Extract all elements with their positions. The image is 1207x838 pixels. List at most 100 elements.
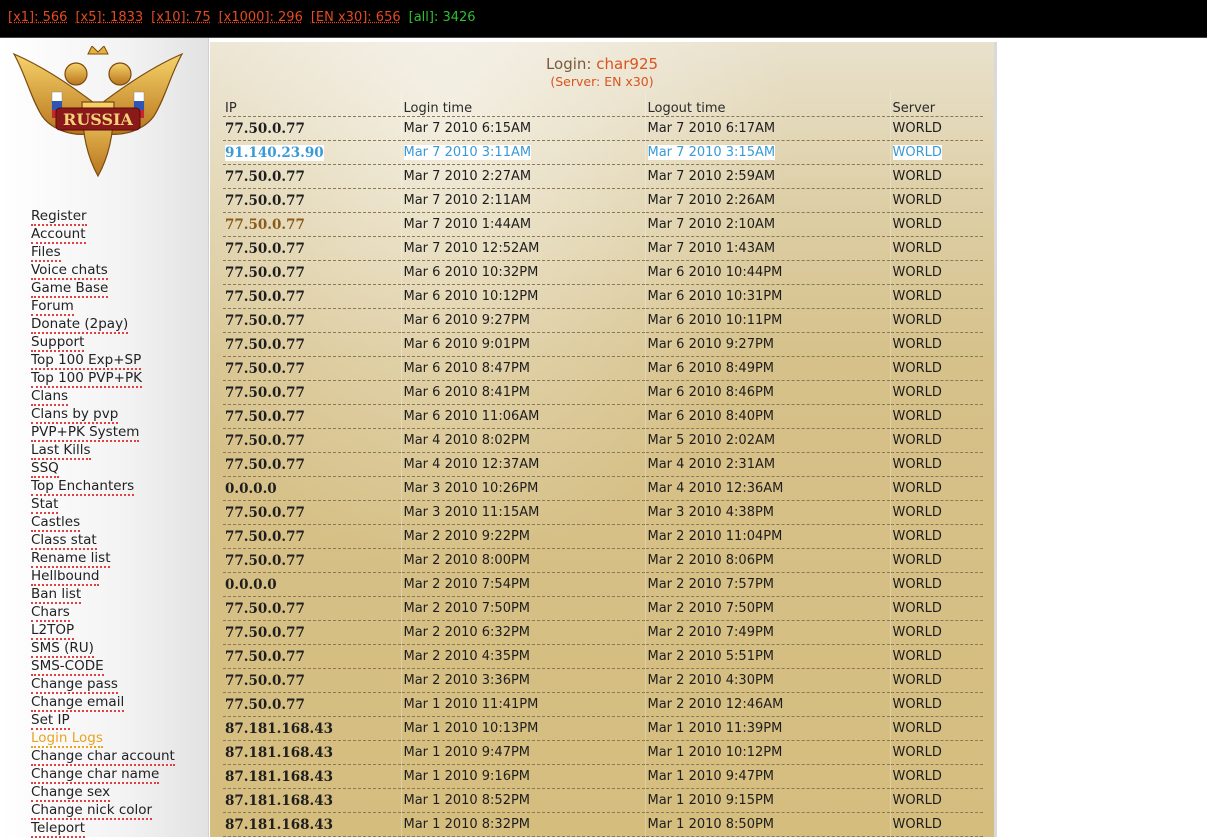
table-row[interactable]: 77.50.0.77 Mar 1 2010 11:41PM Mar 2 2010 1…	[223, 692, 983, 717]
table-row[interactable]: 77.50.0.77 Mar 6 2010 8:41PM Mar 6 2010 8:…	[223, 380, 983, 405]
server-stat[interactable]: [x1]: 566	[8, 10, 67, 25]
sidebar-item[interactable]: PVP+PK System	[31, 423, 175, 442]
table-row[interactable]: 77.50.0.77 Mar 4 2010 12:37AM Mar 4 2010 2…	[223, 452, 983, 477]
server-stat[interactable]: [x10]: 75	[151, 10, 210, 25]
sidebar-item[interactable]: Change email	[31, 693, 175, 712]
sidebar-item[interactable]: Files	[31, 243, 175, 262]
sidebar-item-label[interactable]: Account	[31, 226, 86, 244]
table-row[interactable]: 77.50.0.77 Mar 2 2010 9:22PM Mar 2 2010 11…	[223, 524, 983, 549]
sidebar-item-label[interactable]: Teleport	[31, 820, 85, 838]
sidebar-item[interactable]: Change char account	[31, 747, 175, 766]
sidebar-item-label[interactable]: Change sex	[31, 784, 111, 802]
server-stat[interactable]: [x1000]: 296	[219, 10, 303, 25]
sidebar-item-label[interactable]: Change char name	[31, 766, 160, 784]
sidebar-item[interactable]: Change pass	[31, 675, 175, 694]
russia-eagle-logo[interactable]: RUSSIA	[12, 46, 184, 178]
sidebar-item-label[interactable]: Change pass	[31, 676, 118, 694]
table-row[interactable]: 87.181.168.43 Mar 1 2010 10:13PM Mar 1 201…	[223, 716, 983, 741]
sidebar-item-label[interactable]: Forum	[31, 298, 74, 316]
table-row[interactable]: 87.181.168.43 Mar 1 2010 8:52PM Mar 1 2010…	[223, 788, 983, 813]
sidebar-item[interactable]: Forum	[31, 297, 175, 316]
sidebar-item[interactable]: Game Base	[31, 279, 175, 298]
server-stat[interactable]: [x5]: 1833	[75, 10, 143, 25]
sidebar-item[interactable]: Last Kills	[31, 441, 175, 460]
sidebar-item[interactable]: Chars	[31, 603, 175, 622]
sidebar-item[interactable]: Login Logs	[31, 729, 175, 748]
sidebar-item-label[interactable]: Files	[31, 244, 61, 262]
sidebar-item-label[interactable]: Register	[31, 208, 87, 226]
sidebar-item-label[interactable]: Chars	[31, 604, 70, 622]
sidebar-item[interactable]: Clans	[31, 387, 175, 406]
sidebar-item[interactable]: Clans by pvp	[31, 405, 175, 424]
sidebar-item-label[interactable]: Support	[31, 334, 85, 352]
sidebar-item-label[interactable]: Ban list	[31, 586, 82, 604]
table-row[interactable]: 77.50.0.77 Mar 6 2010 9:27PM Mar 6 2010 10…	[223, 308, 983, 333]
sidebar-item[interactable]: Voice chats	[31, 261, 175, 280]
sidebar-item[interactable]: Register	[31, 207, 175, 226]
table-row[interactable]: 77.50.0.77 Mar 6 2010 10:12PM Mar 6 2010 1…	[223, 284, 983, 309]
table-row[interactable]: 77.50.0.77 Mar 2 2010 7:50PM Mar 2 2010 7:…	[223, 596, 983, 621]
sidebar-item[interactable]: SMS-CODE	[31, 657, 175, 676]
sidebar-item-label[interactable]: Voice chats	[31, 262, 108, 280]
sidebar-item-label[interactable]: SSQ	[31, 460, 59, 478]
table-row[interactable]: 91.140.23.90 Mar 7 2010 3:11AM Mar 7 2010 …	[223, 140, 983, 165]
table-row[interactable]: 77.50.0.77 Mar 2 2010 4:35PM Mar 2 2010 5:…	[223, 644, 983, 669]
sidebar-item[interactable]: Change nick color	[31, 801, 175, 820]
sidebar-item[interactable]: Class stat	[31, 531, 175, 550]
table-row[interactable]: 87.181.168.43 Mar 1 2010 9:16PM Mar 1 2010…	[223, 764, 983, 789]
table-row[interactable]: 77.50.0.77 Mar 7 2010 2:27AM Mar 7 2010 2:…	[223, 164, 983, 189]
table-row[interactable]: 77.50.0.77 Mar 4 2010 8:02PM Mar 5 2010 2:…	[223, 428, 983, 453]
sidebar-item-label[interactable]: Top Enchanters	[31, 478, 135, 496]
sidebar-item[interactable]: Account	[31, 225, 175, 244]
table-row[interactable]: 77.50.0.77 Mar 2 2010 3:36PM Mar 2 2010 4:…	[223, 668, 983, 693]
sidebar-item-label[interactable]: Clans	[31, 388, 69, 406]
sidebar-item-label[interactable]: Login Logs	[31, 730, 103, 748]
sidebar-item-label[interactable]: Class stat	[31, 532, 97, 550]
sidebar-item-label[interactable]: Donate (2pay)	[31, 316, 129, 334]
sidebar-item[interactable]: Set IP	[31, 711, 175, 730]
table-row[interactable]: 87.181.168.43 Mar 1 2010 8:32PM Mar 1 2010…	[223, 812, 983, 837]
sidebar-item[interactable]: SMS (RU)	[31, 639, 175, 658]
sidebar-item-label[interactable]: Castles	[31, 514, 81, 532]
table-row[interactable]: 77.50.0.77 Mar 7 2010 2:11AM Mar 7 2010 2:…	[223, 188, 983, 213]
server-stat[interactable]: [EN x30]: 656	[311, 10, 401, 25]
sidebar-item-label[interactable]: Last Kills	[31, 442, 91, 460]
sidebar-item-label[interactable]: Change nick color	[31, 802, 153, 820]
sidebar-item[interactable]: Stat	[31, 495, 175, 514]
sidebar-item[interactable]: Top 100 PVP+PK	[31, 369, 175, 388]
table-row[interactable]: 77.50.0.77 Mar 6 2010 9:01PM Mar 6 2010 9:…	[223, 332, 983, 357]
table-row[interactable]: 77.50.0.77 Mar 2 2010 6:32PM Mar 2 2010 7:…	[223, 620, 983, 645]
sidebar-item[interactable]: L2TOP	[31, 621, 175, 640]
sidebar-item[interactable]: Teleport	[31, 819, 175, 838]
sidebar-item-label[interactable]: SMS (RU)	[31, 640, 94, 658]
sidebar-item-label[interactable]: Hellbound	[31, 568, 100, 586]
sidebar-item[interactable]: Rename list	[31, 549, 175, 568]
sidebar-item[interactable]: Support	[31, 333, 175, 352]
sidebar-item-label[interactable]: Set IP	[31, 712, 70, 730]
table-row[interactable]: 77.50.0.77 Mar 7 2010 6:15AM Mar 7 2010 6:…	[223, 116, 983, 141]
table-row[interactable]: 77.50.0.77 Mar 7 2010 12:52AM Mar 7 2010 1…	[223, 236, 983, 261]
table-row[interactable]: 77.50.0.77 Mar 3 2010 11:15AM Mar 3 2010 4…	[223, 500, 983, 525]
sidebar-item-label[interactable]: Rename list	[31, 550, 111, 568]
sidebar-item-label[interactable]: Stat	[31, 496, 59, 514]
table-row[interactable]: 77.50.0.77 Mar 6 2010 11:06AM Mar 6 2010 8…	[223, 404, 983, 429]
sidebar-item[interactable]: Ban list	[31, 585, 175, 604]
sidebar-item-label[interactable]: Top 100 Exp+SP	[31, 352, 142, 370]
sidebar-item-label[interactable]: Clans by pvp	[31, 406, 119, 424]
sidebar-item-label[interactable]: Game Base	[31, 280, 109, 298]
sidebar-item-label[interactable]: Top 100 PVP+PK	[31, 370, 142, 388]
sidebar-item[interactable]: Donate (2pay)	[31, 315, 175, 334]
table-row[interactable]: 0.0.0.0 Mar 2 2010 7:54PM Mar 2 2010 7:57P…	[223, 572, 983, 597]
table-row[interactable]: 87.181.168.43 Mar 1 2010 9:47PM Mar 1 2010…	[223, 740, 983, 765]
sidebar-item[interactable]: Change char name	[31, 765, 175, 784]
sidebar-item[interactable]: Castles	[31, 513, 175, 532]
sidebar-item[interactable]: Hellbound	[31, 567, 175, 586]
sidebar-item[interactable]: SSQ	[31, 459, 175, 478]
table-row[interactable]: 77.50.0.77 Mar 2 2010 8:00PM Mar 2 2010 8:…	[223, 548, 983, 573]
sidebar-item-label[interactable]: SMS-CODE	[31, 658, 104, 676]
table-row[interactable]: 77.50.0.77 Mar 6 2010 10:32PM Mar 6 2010 1…	[223, 260, 983, 285]
table-row[interactable]: 0.0.0.0 Mar 3 2010 10:26PM Mar 4 2010 12:3…	[223, 476, 983, 501]
sidebar-item-label[interactable]: L2TOP	[31, 622, 75, 640]
table-row[interactable]: 77.50.0.77 Mar 6 2010 8:47PM Mar 6 2010 8:…	[223, 356, 983, 381]
sidebar-item[interactable]: Top Enchanters	[31, 477, 175, 496]
